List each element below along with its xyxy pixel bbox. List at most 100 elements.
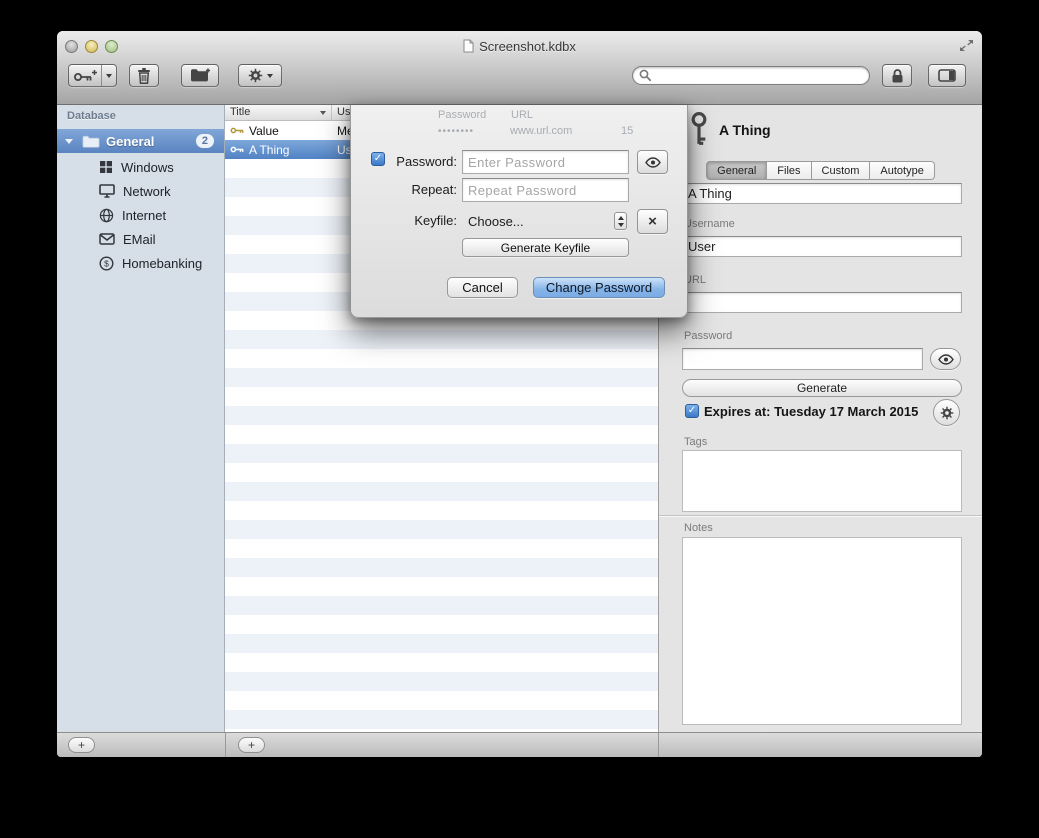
keyfile-popup[interactable]: Choose... xyxy=(462,209,629,233)
clear-keyfile-button[interactable] xyxy=(637,209,668,234)
tab-autotype[interactable]: Autotype xyxy=(870,161,934,180)
password-field[interactable] xyxy=(682,348,923,370)
expires-checkbox[interactable] xyxy=(685,404,699,418)
new-password-input[interactable] xyxy=(462,150,629,174)
change-password-button[interactable]: Change Password xyxy=(533,277,665,298)
stepper-arrows-icon[interactable] xyxy=(614,212,627,230)
chevron-down-icon xyxy=(618,223,624,227)
entry-key-icon[interactable] xyxy=(687,111,711,147)
cell-title: A Thing xyxy=(225,143,332,157)
ghost-url-value: www.url.com xyxy=(510,125,572,137)
lock-button[interactable] xyxy=(882,64,912,87)
gear-icon xyxy=(940,406,954,420)
sheet-keyfile-label: Keyfile: xyxy=(381,213,457,228)
bottom-bar: + + xyxy=(57,732,982,757)
desktop-background: Screenshot.kdbx Add Entry Delete xyxy=(0,0,1039,838)
email-envelope-icon xyxy=(99,233,115,245)
key-icon xyxy=(230,145,245,154)
ghost-password-value: •••••••• xyxy=(438,126,474,137)
sidebar-item-label: Homebanking xyxy=(122,256,202,271)
generate-keyfile-button[interactable]: Generate Keyfile xyxy=(462,238,629,257)
inspector-entry-title: A Thing xyxy=(719,122,771,138)
sheet-password-label: Password: xyxy=(381,154,457,169)
notes-label: Notes xyxy=(684,522,713,534)
sidebar-item-internet[interactable]: Internet xyxy=(57,203,224,227)
document-icon xyxy=(463,39,474,53)
sidebar-item-windows[interactable]: Windows xyxy=(57,155,224,179)
sidebar-item-homebanking[interactable]: $ Homebanking xyxy=(57,251,224,275)
windows-icon xyxy=(99,160,113,174)
search-input[interactable] xyxy=(656,69,863,83)
expires-label: Expires at: Tuesday 17 March 2015 xyxy=(704,404,918,419)
change-password-sheet: Password URL •••••••• www.url.com 15 Pas… xyxy=(350,105,688,318)
svg-text:$: $ xyxy=(104,258,109,268)
key-icon xyxy=(230,126,245,135)
action-button[interactable] xyxy=(238,64,282,87)
tags-input[interactable] xyxy=(682,450,962,512)
add-entry-pill-button[interactable]: + xyxy=(238,737,265,753)
sidebar-item-network[interactable]: Network xyxy=(57,179,224,203)
divider xyxy=(658,733,659,757)
inspector-panel: A Thing General Files Custom Autotype Us… xyxy=(658,105,982,732)
repeat-password-input[interactable] xyxy=(462,178,629,202)
cancel-button[interactable]: Cancel xyxy=(447,277,518,298)
sidebar-section-header: Database xyxy=(67,110,116,122)
generate-password-button[interactable]: Generate xyxy=(682,379,962,397)
eye-icon xyxy=(938,354,954,365)
tab-general[interactable]: General xyxy=(706,161,767,180)
entry-count-badge: 2 xyxy=(196,134,214,148)
add-group-button[interactable] xyxy=(181,64,219,87)
gear-icon xyxy=(248,68,263,83)
network-icon xyxy=(99,184,115,198)
cell-title: Value xyxy=(225,124,332,138)
sidebar-group-general[interactable]: General 2 xyxy=(57,129,224,153)
sidebar-item-label: EMail xyxy=(123,232,156,247)
eye-icon xyxy=(645,157,661,168)
window-title: Screenshot.kdbx xyxy=(57,31,982,61)
titlebar[interactable]: Screenshot.kdbx xyxy=(57,31,982,61)
inspector-tabs: General Files Custom Autotype xyxy=(659,161,982,180)
title-field[interactable] xyxy=(682,183,962,204)
homebanking-dollar-icon: $ xyxy=(99,256,114,271)
folder-plus-icon xyxy=(190,68,211,83)
sidebar-group-label: General xyxy=(106,134,154,149)
sidebar-item-label: Network xyxy=(123,184,171,199)
internet-globe-icon xyxy=(99,208,114,223)
ghost-extra-value: 15 xyxy=(621,125,633,137)
chevron-down-icon xyxy=(106,74,112,78)
add-group-pill-button[interactable]: + xyxy=(68,737,95,753)
divider xyxy=(225,733,226,757)
add-entry-dropdown-arrow[interactable] xyxy=(101,65,116,86)
search-icon xyxy=(639,69,652,82)
folder-icon xyxy=(82,135,100,148)
column-header-title[interactable]: Title xyxy=(225,105,332,120)
search-field[interactable] xyxy=(632,66,870,85)
ghost-password-column: Password xyxy=(438,109,486,121)
username-label: Username xyxy=(684,218,735,230)
show-password-button[interactable] xyxy=(930,348,961,370)
key-plus-icon xyxy=(69,65,101,86)
sidebar-item-email[interactable]: EMail xyxy=(57,227,224,251)
tab-custom[interactable]: Custom xyxy=(812,161,871,180)
sidebar: Database General 2 Windows xyxy=(57,105,225,732)
notes-input[interactable] xyxy=(682,537,962,725)
delete-button[interactable] xyxy=(129,64,159,87)
window-title-text: Screenshot.kdbx xyxy=(479,39,576,54)
url-field[interactable] xyxy=(682,292,962,313)
add-entry-button[interactable] xyxy=(68,64,117,87)
tab-files[interactable]: Files xyxy=(767,161,811,180)
sort-indicator-icon xyxy=(320,111,326,115)
password-label: Password xyxy=(684,330,732,342)
show-new-password-button[interactable] xyxy=(637,150,668,174)
close-icon xyxy=(648,213,657,231)
lock-icon xyxy=(891,68,904,84)
fullscreen-icon[interactable] xyxy=(959,39,974,52)
username-field[interactable] xyxy=(682,236,962,257)
toolbar: Add Entry Delete Add Group Action xyxy=(57,61,982,105)
inspector-button[interactable] xyxy=(928,64,966,87)
expires-settings-button[interactable] xyxy=(933,399,960,426)
sidebar-item-label: Windows xyxy=(121,160,174,175)
disclosure-triangle-icon[interactable] xyxy=(65,139,73,144)
inspector-panes-icon xyxy=(938,69,956,82)
app-window: Screenshot.kdbx Add Entry Delete xyxy=(57,31,982,757)
